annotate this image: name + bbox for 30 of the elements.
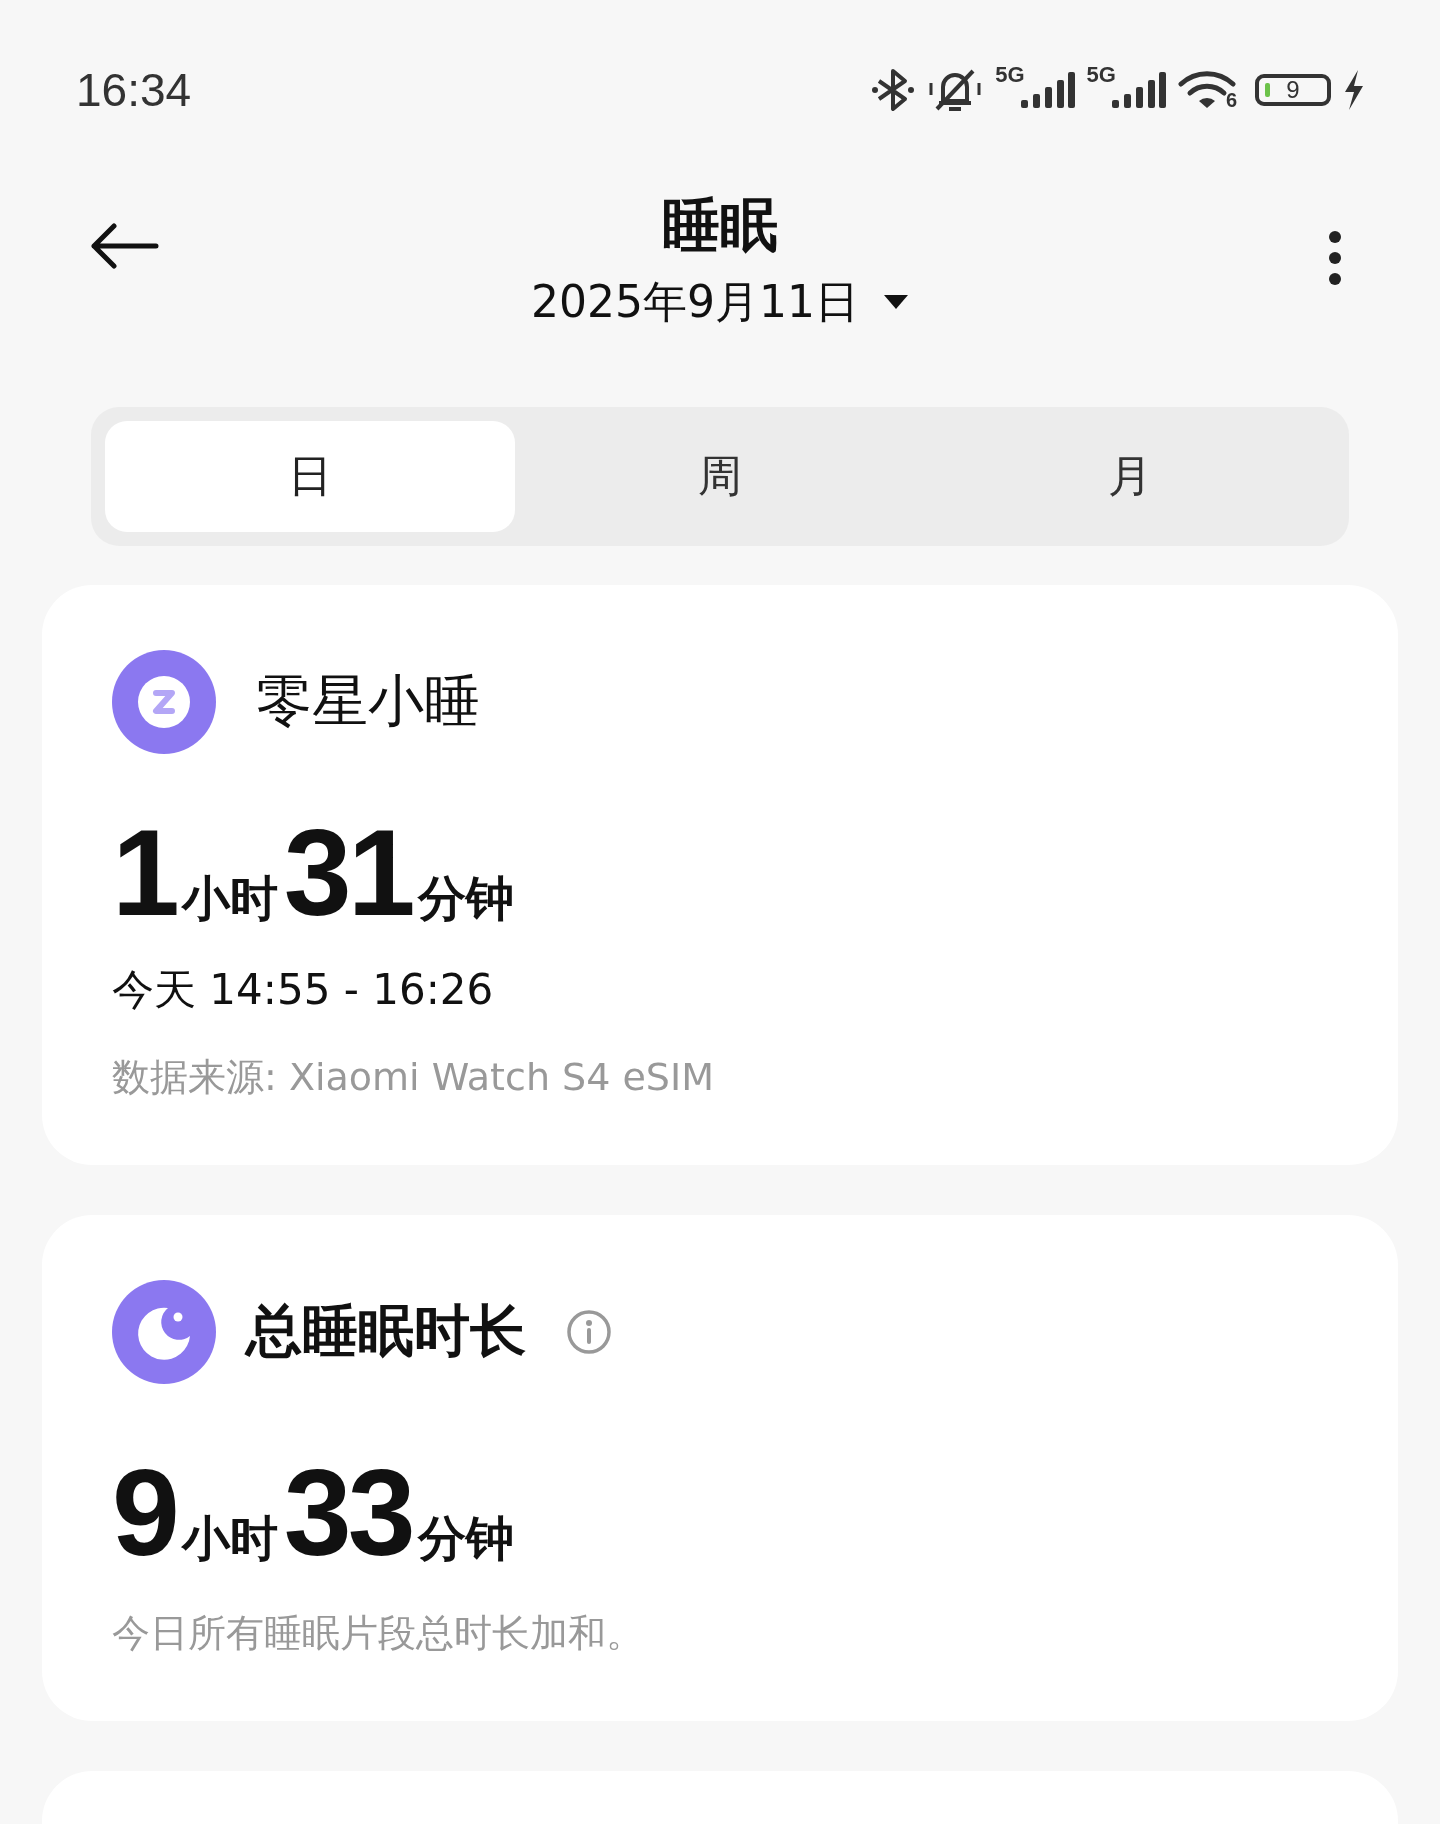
minutes-unit: 分钟 bbox=[417, 1509, 514, 1568]
nap-icon bbox=[112, 650, 216, 754]
info-icon[interactable] bbox=[566, 1309, 612, 1355]
back-icon[interactable] bbox=[88, 222, 160, 270]
network-label: 5G bbox=[1086, 62, 1116, 88]
period-tab[interactable]: 日 bbox=[105, 421, 515, 532]
card-note: 数据来源: Xiaomi Watch S4 eSIM bbox=[112, 1054, 715, 1101]
card-title: 总睡眠时长 bbox=[246, 1297, 526, 1365]
time-range: 今天 14:55 - 16:26 bbox=[112, 964, 495, 1016]
minutes-value: 33 bbox=[283, 1452, 412, 1574]
hours-unit: 小时 bbox=[181, 869, 278, 928]
minutes-value: 31 bbox=[283, 812, 412, 934]
hours-value: 1 bbox=[112, 812, 176, 934]
caret-icon bbox=[883, 294, 909, 310]
page-title: 睡眠 bbox=[662, 189, 778, 261]
bluetooth-icon bbox=[871, 67, 916, 113]
network-label: 5G bbox=[995, 62, 1025, 88]
minutes-unit: 分钟 bbox=[417, 869, 514, 928]
period-tab[interactable]: 月 bbox=[925, 421, 1335, 532]
card-note: 今日所有睡眠片段总时长加和。 bbox=[112, 1610, 645, 1657]
wifi-label: 6 bbox=[1225, 89, 1237, 112]
hours-unit: 小时 bbox=[181, 1509, 278, 1568]
status-time: 16:34 bbox=[76, 63, 192, 117]
battery-indicator: 9 bbox=[1255, 74, 1331, 106]
date-picker[interactable]: 2025年9月11日 bbox=[531, 272, 909, 332]
more-icon[interactable] bbox=[1328, 230, 1342, 286]
moon-icon bbox=[112, 1280, 216, 1384]
period-tab[interactable]: 周 bbox=[515, 421, 925, 532]
hours-value: 9 bbox=[112, 1452, 176, 1574]
card-title: 零星小睡 bbox=[256, 667, 480, 735]
